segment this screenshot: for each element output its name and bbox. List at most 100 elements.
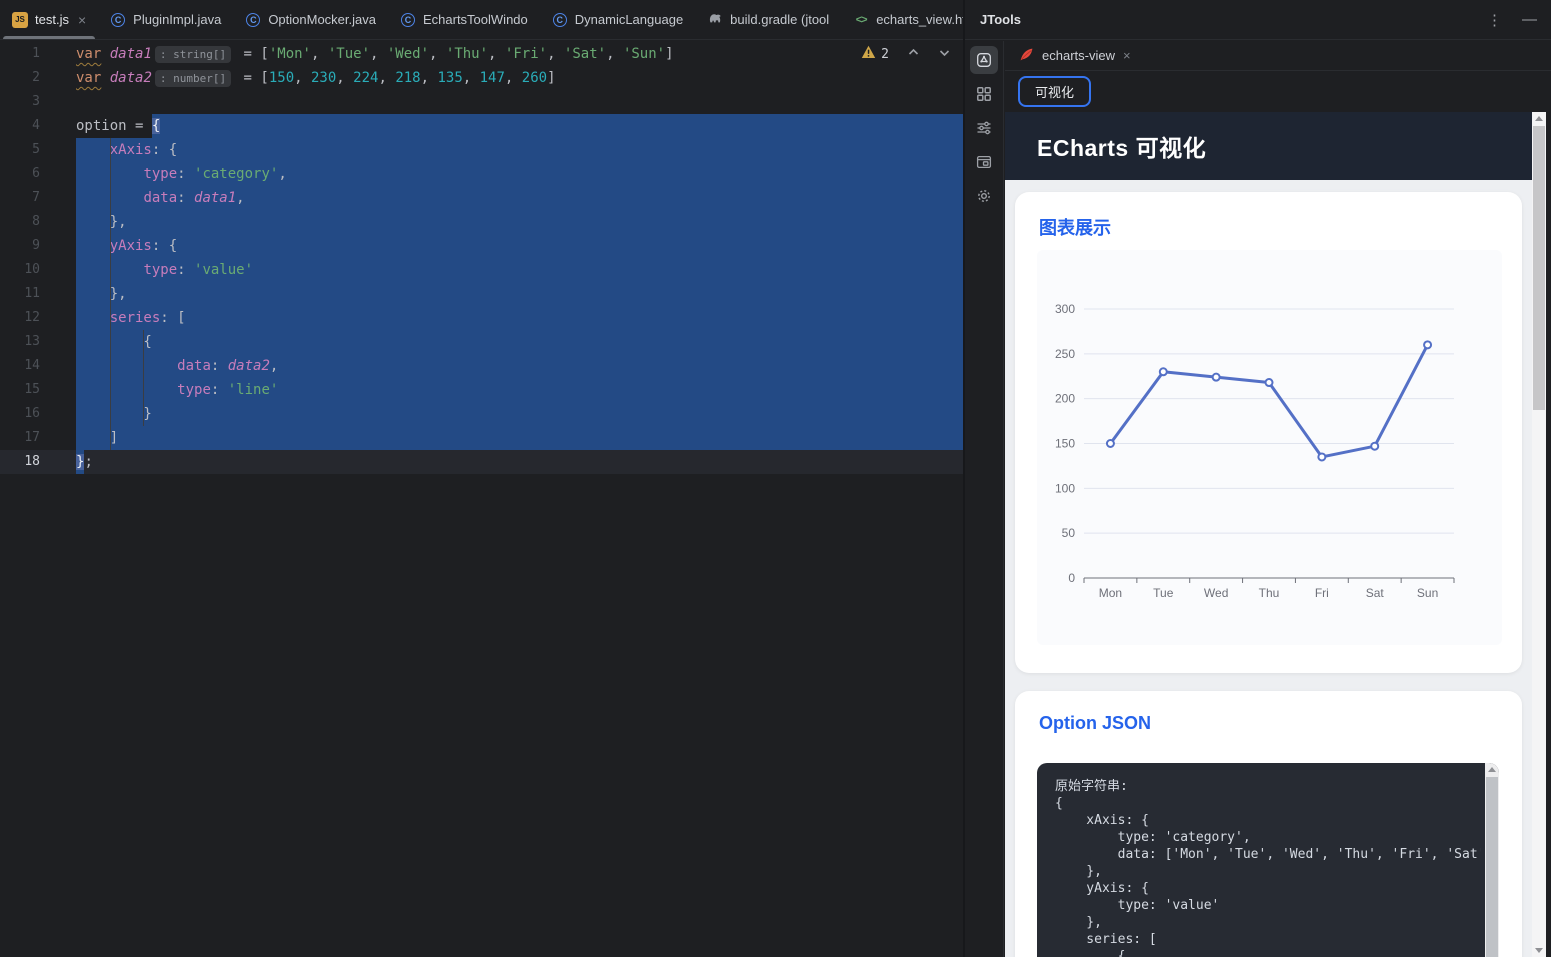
line-number[interactable]: 3 bbox=[0, 90, 40, 114]
line-number[interactable]: 6 bbox=[0, 162, 40, 186]
line-number[interactable]: 18 bbox=[0, 450, 40, 474]
line-number[interactable]: 7 bbox=[0, 186, 40, 210]
line-number[interactable]: 15 bbox=[0, 378, 40, 402]
code-line-14[interactable]: 14 data: data2, bbox=[0, 354, 963, 378]
close-icon[interactable]: × bbox=[78, 12, 86, 28]
line-content[interactable]: { bbox=[76, 330, 963, 354]
line-number[interactable]: 11 bbox=[0, 282, 40, 306]
line-content[interactable]: }, bbox=[76, 210, 963, 234]
code-line-12[interactable]: 12 series: [ bbox=[0, 306, 963, 330]
preview-card-icon[interactable] bbox=[970, 148, 998, 176]
line-number[interactable]: 13 bbox=[0, 330, 40, 354]
code-token: type bbox=[177, 382, 211, 398]
editor-tab-test-js[interactable]: JStest.js× bbox=[0, 0, 98, 39]
sliders-icon[interactable] bbox=[970, 114, 998, 142]
line-number[interactable]: 17 bbox=[0, 426, 40, 450]
scroll-up-arrow-icon[interactable] bbox=[1488, 767, 1496, 772]
echarts-webview: ECharts 可视化 图表展示 050100150200250300MonTu… bbox=[1005, 112, 1532, 957]
line-chart-canvas[interactable]: 050100150200250300MonTueWedThuFriSatSun bbox=[1037, 250, 1502, 645]
more-vertical-icon[interactable]: ⋮ bbox=[1487, 11, 1502, 29]
visualize-button[interactable]: 可视化 bbox=[1018, 76, 1091, 107]
line-number[interactable]: 10 bbox=[0, 258, 40, 282]
line-content[interactable]: data: data1, bbox=[76, 186, 963, 210]
line-number[interactable]: 14 bbox=[0, 354, 40, 378]
line-content[interactable]: type: 'category', bbox=[76, 162, 963, 186]
code-token: : { bbox=[152, 142, 177, 158]
code-line-9[interactable]: 9 yAxis: { bbox=[0, 234, 963, 258]
close-icon[interactable]: × bbox=[1123, 48, 1131, 63]
code-token: }, bbox=[76, 214, 127, 230]
code-line-5[interactable]: 5 xAxis: { bbox=[0, 138, 963, 162]
line-content[interactable]: } bbox=[76, 402, 963, 426]
chevron-down-icon[interactable] bbox=[938, 46, 951, 63]
code-line-11[interactable]: 11 }, bbox=[0, 282, 963, 306]
line-content[interactable]: type: 'value' bbox=[76, 258, 963, 282]
scrollbar-thumb[interactable] bbox=[1533, 126, 1545, 410]
code-line-8[interactable]: 8 }, bbox=[0, 210, 963, 234]
option-json-code-block[interactable]: 原始字符串:{ xAxis: { type: 'category', data:… bbox=[1037, 763, 1499, 957]
line-number[interactable]: 2 bbox=[0, 66, 40, 90]
line-content[interactable]: xAxis: { bbox=[76, 138, 963, 162]
option-json-text: 原始字符串:{ xAxis: { type: 'category', data:… bbox=[1037, 763, 1499, 957]
line-content[interactable]: option = { bbox=[76, 114, 963, 138]
scrollbar-thumb[interactable] bbox=[1486, 777, 1498, 957]
line-content[interactable]: var data2: number[] = [150, 230, 224, 21… bbox=[76, 66, 963, 90]
grid-icon[interactable] bbox=[970, 80, 998, 108]
settings-gear-icon[interactable] bbox=[970, 182, 998, 210]
code-line-16[interactable]: 16 } bbox=[0, 402, 963, 426]
editor-tab-build-gradle-jtool[interactable]: build.gradle (jtool bbox=[695, 0, 841, 39]
line-number[interactable]: 1 bbox=[0, 42, 40, 66]
svg-text:250: 250 bbox=[1055, 347, 1075, 361]
code-line-6[interactable]: 6 type: 'category', bbox=[0, 162, 963, 186]
svg-text:Sat: Sat bbox=[1366, 586, 1385, 600]
tab-echarts-view[interactable]: echarts-view × bbox=[1005, 41, 1141, 70]
code-line-18[interactable]: 18}; bbox=[0, 450, 963, 474]
chevron-up-icon[interactable] bbox=[907, 46, 920, 63]
line-number[interactable]: 16 bbox=[0, 402, 40, 426]
code-token: , bbox=[270, 358, 278, 374]
code-line-17[interactable]: 17 ] bbox=[0, 426, 963, 450]
line-number[interactable]: 8 bbox=[0, 210, 40, 234]
line-content[interactable]: series: [ bbox=[76, 306, 963, 330]
line-number[interactable]: 12 bbox=[0, 306, 40, 330]
line-content[interactable]: }, bbox=[76, 282, 963, 306]
code-token: 'Wed' bbox=[387, 42, 429, 66]
line-content[interactable] bbox=[76, 90, 963, 114]
code-line-3[interactable]: 3 bbox=[0, 90, 963, 114]
code-token: data bbox=[143, 190, 177, 206]
html-file-icon: <> bbox=[853, 12, 869, 28]
scroll-down-arrow-icon[interactable] bbox=[1535, 948, 1543, 953]
editor-tab-pluginimpl-java[interactable]: CPluginImpl.java bbox=[98, 0, 233, 39]
code-block-scrollbar[interactable] bbox=[1485, 763, 1499, 957]
editor-tab-echartstoolwindo[interactable]: CEchartsToolWindo bbox=[388, 0, 540, 39]
line-content[interactable]: type: 'line' bbox=[76, 378, 963, 402]
code-token: data2 bbox=[110, 66, 152, 90]
scroll-up-arrow-icon[interactable] bbox=[1535, 116, 1543, 121]
code-token: 'Thu' bbox=[446, 42, 488, 66]
line-number[interactable]: 9 bbox=[0, 234, 40, 258]
line-content[interactable]: var data1: string[] = ['Mon', 'Tue', 'We… bbox=[76, 42, 963, 66]
line-number[interactable]: 5 bbox=[0, 138, 40, 162]
plugin-app-icon[interactable] bbox=[970, 46, 998, 74]
code-token: 'Sun' bbox=[623, 42, 665, 66]
minimize-icon[interactable]: — bbox=[1522, 11, 1537, 28]
code-line-13[interactable]: 13 { bbox=[0, 330, 963, 354]
code-line-4[interactable]: 4 option = { bbox=[0, 114, 963, 138]
code-line-7[interactable]: 7 data: data1, bbox=[0, 186, 963, 210]
code-line-2[interactable]: 2 var data2: number[] = [150, 230, 224, 2… bbox=[0, 66, 963, 90]
code-token: 218 bbox=[395, 66, 420, 90]
code-editor[interactable]: 2 1 var data1: string[] = ['Mon', 'Tue', … bbox=[0, 40, 963, 957]
code-line-1[interactable]: 1 var data1: string[] = ['Mon', 'Tue', 'W… bbox=[0, 42, 963, 66]
line-content[interactable]: yAxis: { bbox=[76, 234, 963, 258]
line-number[interactable]: 4 bbox=[0, 114, 40, 138]
warning-count[interactable]: 2 bbox=[881, 47, 889, 62]
editor-tab-dynamiclanguage[interactable]: CDynamicLanguage bbox=[540, 0, 695, 39]
line-content[interactable]: ] bbox=[76, 426, 963, 450]
code-line-15[interactable]: 15 type: 'line' bbox=[0, 378, 963, 402]
line-content[interactable]: }; bbox=[76, 450, 963, 474]
webview-scrollbar[interactable] bbox=[1532, 112, 1546, 957]
line-content[interactable]: data: data2, bbox=[76, 354, 963, 378]
jtools-content: echarts-view × 可视化 ECharts 可视化 图表展示 0501… bbox=[1005, 41, 1551, 957]
editor-tab-optionmocker-java[interactable]: COptionMocker.java bbox=[233, 0, 388, 39]
code-line-10[interactable]: 10 type: 'value' bbox=[0, 258, 963, 282]
